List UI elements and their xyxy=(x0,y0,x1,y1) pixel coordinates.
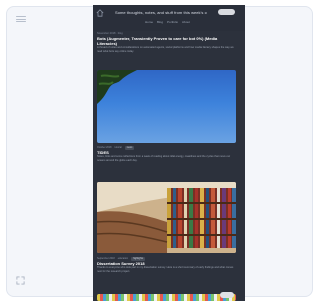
home-icon[interactable] xyxy=(96,9,104,17)
post-2-thumbnail[interactable] xyxy=(97,70,236,143)
nav-item-blog[interactable]: Blog xyxy=(157,20,163,25)
post-3-thumbnail[interactable] xyxy=(97,182,236,253)
post-tag-badge[interactable]: news xyxy=(124,146,135,150)
back-to-top-button[interactable] xyxy=(220,292,234,298)
nav-item-about[interactable]: About xyxy=(182,20,190,25)
site-title[interactable]: Some thoughts, notes, and stuff from thi… xyxy=(115,9,207,17)
post-excerpt: A thread of notes and considerations on … xyxy=(97,46,234,53)
search-button[interactable] xyxy=(218,9,235,15)
post-1: November 2018 · blog Bots (Augmenter, Tr… xyxy=(97,32,237,53)
site-nav: Home Blog Portfolio About xyxy=(145,20,190,25)
hamburger-menu-icon[interactable] xyxy=(16,16,26,22)
nav-item-portfolio[interactable]: Portfolio xyxy=(167,20,178,25)
post-excerpt: Notes, links and some reflections from a… xyxy=(97,155,231,162)
library-shelves-image xyxy=(97,182,236,253)
expand-icon[interactable] xyxy=(16,276,25,285)
post-tag[interactable]: tutorial xyxy=(115,146,122,150)
site-header: Some thoughts, notes, and stuff from thi… xyxy=(93,5,245,31)
post-title[interactable]: Bots (Augmenter, Transiently Proven to c… xyxy=(97,36,237,46)
post-2: October 2018 tutorial news TIDES Notes, … xyxy=(97,145,237,162)
post-excerpt: Thanks to everyone who took part in my d… xyxy=(97,266,234,273)
mobile-blog-page: Some thoughts, notes, and stuff from thi… xyxy=(93,5,245,301)
nav-item-home[interactable]: Home xyxy=(145,20,153,25)
tree-leaves-image xyxy=(97,70,137,104)
post-4-thumbnail[interactable] xyxy=(97,294,236,301)
post-3: September 2018 education highlights Diss… xyxy=(97,256,237,273)
